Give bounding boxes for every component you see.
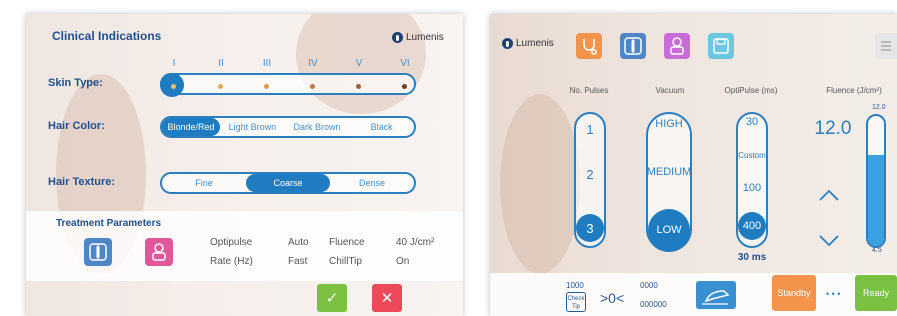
skin-type-option-4[interactable] xyxy=(310,84,315,89)
check-tip-button[interactable]: Check Tip xyxy=(566,292,586,312)
param-value: On xyxy=(396,256,410,267)
optipulse-readout: 30 ms xyxy=(737,252,767,263)
fluence-bar[interactable] xyxy=(866,114,886,248)
hair-color-option[interactable]: Black xyxy=(349,118,414,136)
treatment-area-icon xyxy=(145,238,173,266)
skin-type-option-6[interactable] xyxy=(402,84,407,89)
skin-type-option-1[interactable] xyxy=(171,84,176,89)
vacuum-header: Vacuum xyxy=(655,86,685,95)
skin-type-numeral: III xyxy=(262,58,272,69)
counter-right-top: 0000 xyxy=(640,281,658,290)
skin-type-option-3[interactable] xyxy=(264,84,269,89)
lumenis-icon xyxy=(502,38,513,49)
brand-logo: Lumenis xyxy=(502,38,554,49)
fluence-bar-fill xyxy=(868,155,884,246)
standby-button[interactable]: Standby xyxy=(772,275,816,311)
fluence-max: 12.0 xyxy=(872,104,886,111)
stethoscope-icon[interactable] xyxy=(576,33,602,59)
hair-texture-option[interactable]: Coarse xyxy=(246,174,330,192)
page-title: Clinical Indications xyxy=(52,29,162,43)
optipulse-option[interactable]: Custom xyxy=(736,151,768,160)
optipulse-option[interactable]: 30 xyxy=(736,116,768,128)
skin-type-numeral: II xyxy=(218,58,224,69)
clinical-indications-panel: Clinical Indications Lumenis I II III IV… xyxy=(26,14,463,316)
cancel-button[interactable]: ✕ xyxy=(372,284,402,312)
skin-type-numeral: IV xyxy=(308,58,318,69)
menu-icon[interactable] xyxy=(875,33,897,59)
param-label: Optipulse xyxy=(210,237,253,248)
fluence-min: 4.5 xyxy=(872,247,882,254)
brand-name: Lumenis xyxy=(516,38,554,49)
chevron-down-icon[interactable] xyxy=(818,234,840,253)
background-figure xyxy=(500,94,580,274)
chevron-up-icon[interactable] xyxy=(818,188,840,207)
lumenis-icon xyxy=(392,32,403,43)
fluence-value: 12.0 xyxy=(814,118,852,139)
vacuum-option-selected[interactable]: LOW xyxy=(648,209,690,251)
hair-color-option[interactable]: Dark Brown xyxy=(285,118,350,136)
brand-logo: Lumenis xyxy=(392,32,444,43)
pulse-counter: 1000 xyxy=(566,281,584,290)
hair-texture-selector[interactable]: Fine Coarse Dense xyxy=(160,172,416,194)
pulses-option[interactable]: 2 xyxy=(574,167,606,182)
patient-icon[interactable] xyxy=(664,33,690,59)
ready-button[interactable]: Ready xyxy=(855,275,897,311)
counter-right-bottom: 000000 xyxy=(640,300,667,309)
pulses-option[interactable]: 1 xyxy=(574,122,606,137)
treatment-control-panel: Lumenis No. Pulses Vacuum OptiPulse (ms)… xyxy=(490,14,897,316)
optipulse-option[interactable]: 100 xyxy=(736,182,768,194)
param-value: Auto xyxy=(288,237,309,248)
treatment-parameters-box: Treatment Parameters Optipulse Auto Flue… xyxy=(26,211,463,281)
confirm-button[interactable]: ✓ xyxy=(317,284,347,312)
skin-type-label: Skin Type: xyxy=(48,77,103,89)
handpiece-status-icon[interactable] xyxy=(696,281,736,309)
hair-texture-option[interactable]: Dense xyxy=(330,174,414,192)
pulses-option-selected[interactable]: 3 xyxy=(576,214,604,242)
dots-icon: • • • xyxy=(826,289,841,299)
param-value: 40 J/cm² xyxy=(396,237,435,248)
hair-color-label: Hair Color: xyxy=(48,120,105,132)
treatment-parameters-title: Treatment Parameters xyxy=(56,218,162,229)
skin-type-numeral: V xyxy=(355,58,363,69)
vacuum-option[interactable]: HIGH xyxy=(646,118,692,130)
vacuum-option[interactable]: MEDIUM xyxy=(646,166,692,178)
status-bar: 1000 Check Tip >0< 0000 000000 Standby •… xyxy=(490,273,897,316)
param-value: Fast xyxy=(288,256,308,267)
hair-color-option[interactable]: Blonde/Red xyxy=(162,118,220,136)
brand-name: Lumenis xyxy=(406,32,444,43)
param-label: Rate (Hz) xyxy=(210,256,253,267)
skin-type-option-2[interactable] xyxy=(218,84,223,89)
optipulse-header: OptiPulse (ms) xyxy=(724,86,778,95)
skin-type-numeral: VI xyxy=(400,58,410,69)
hair-texture-option[interactable]: Fine xyxy=(162,174,246,192)
hair-color-option[interactable]: Light Brown xyxy=(220,118,285,136)
skin-type-numeral: I xyxy=(172,58,176,69)
skin-type-selector[interactable] xyxy=(160,73,416,97)
fluence-header: Fluence (J/cm²) xyxy=(826,86,882,95)
hair-texture-label: Hair Texture: xyxy=(48,176,116,188)
zero-indicator: >0< xyxy=(600,290,625,306)
save-icon[interactable] xyxy=(708,33,734,59)
skin-type-option-5[interactable] xyxy=(356,84,361,89)
handpiece-icon xyxy=(84,238,112,266)
hair-color-selector[interactable]: Blonde/Red Light Brown Dark Brown Black xyxy=(160,116,416,138)
pulses-header: No. Pulses xyxy=(569,86,609,95)
optipulse-option-selected[interactable]: 400 xyxy=(738,212,766,240)
param-label: Fluence xyxy=(329,237,365,248)
param-label: ChillTip xyxy=(329,256,362,267)
handpiece-icon[interactable] xyxy=(620,33,646,59)
